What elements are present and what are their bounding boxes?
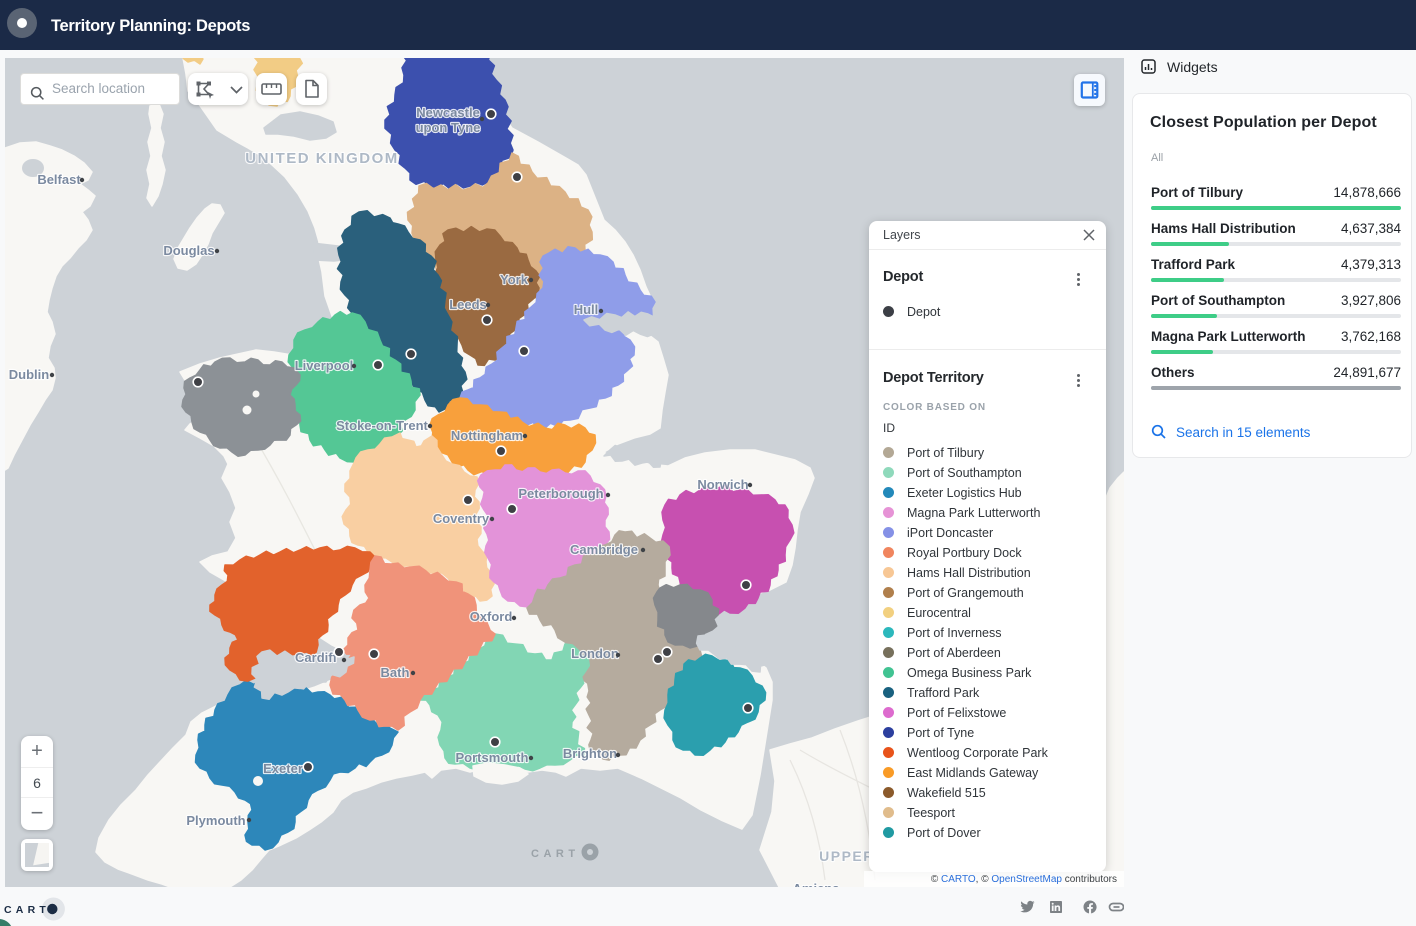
svg-text:Liverpool: Liverpool [295, 358, 354, 373]
svg-text:Bath: Bath [381, 665, 410, 680]
svg-text:Portsmouth: Portsmouth [456, 750, 529, 765]
svg-text:Dublin: Dublin [9, 367, 49, 382]
svg-text:Cardiff: Cardiff [295, 650, 338, 665]
svg-text:Coventry: Coventry [433, 511, 490, 526]
svg-text:Stoke-on-Trent: Stoke-on-Trent [336, 418, 428, 433]
svg-text:Brighton: Brighton [563, 746, 617, 761]
svg-text:Exeter: Exeter [263, 761, 303, 776]
svg-text:Belfast: Belfast [37, 172, 81, 187]
svg-text:Douglas: Douglas [163, 243, 214, 258]
svg-text:London: London [571, 646, 619, 661]
svg-text:Cambridge: Cambridge [570, 542, 638, 557]
svg-text:Plymouth: Plymouth [186, 813, 245, 828]
svg-text:UPPER: UPPER [819, 848, 875, 864]
svg-text:CART: CART [531, 848, 580, 860]
svg-text:Peterborough: Peterborough [518, 486, 603, 501]
svg-text:Newcastle: Newcastle [416, 105, 480, 120]
svg-text:Amiens: Amiens [793, 881, 840, 887]
svg-text:CART: CART [4, 904, 50, 916]
svg-text:Oxford: Oxford [470, 609, 513, 624]
svg-text:Norwich: Norwich [697, 477, 748, 492]
svg-text:Nottingham: Nottingham [451, 428, 523, 443]
svg-text:Hull: Hull [574, 302, 599, 317]
svg-text:York: York [500, 272, 529, 287]
svg-text:upon Tyne: upon Tyne [416, 120, 481, 135]
svg-text:Leeds: Leeds [449, 297, 487, 312]
svg-text:UNITED KINGDOM: UNITED KINGDOM [245, 150, 399, 167]
